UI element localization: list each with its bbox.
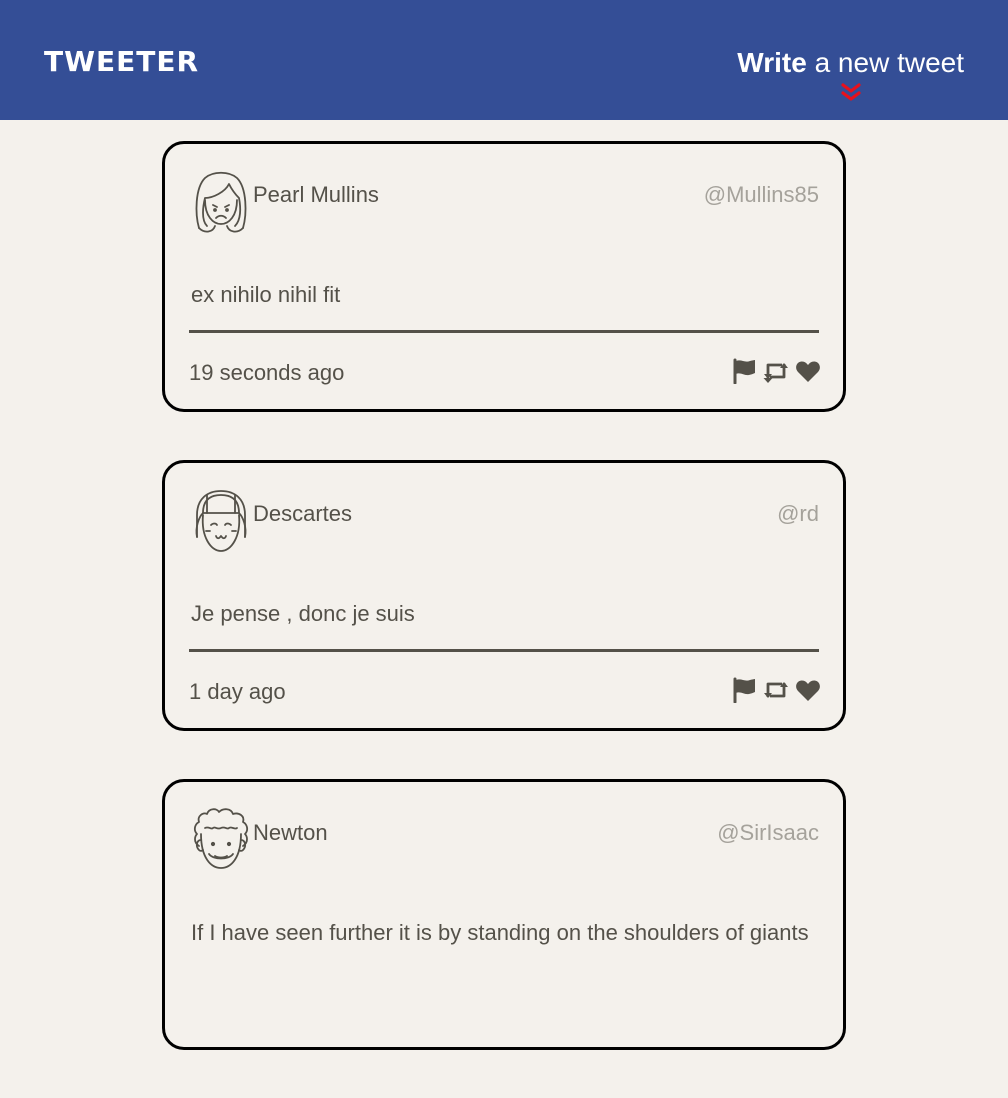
- navbar: TWEETER Write a new tweet: [0, 0, 1008, 120]
- tweet-card: Newton @SirIsaac If I have seen further …: [162, 779, 846, 1050]
- tweet-actions: [731, 358, 821, 384]
- girl-smiling-avatar-icon: [195, 490, 247, 552]
- compose-bold-label: Write: [737, 47, 807, 78]
- heart-icon[interactable]: [795, 677, 821, 703]
- retweet-icon[interactable]: [763, 358, 789, 384]
- compose-label: a new tweet: [806, 47, 964, 78]
- compose-tweet-button[interactable]: Write a new tweet: [737, 44, 964, 101]
- tweet-divider: [189, 649, 819, 652]
- tweet-author-name[interactable]: Pearl Mullins: [253, 180, 379, 210]
- tweet-author-handle[interactable]: @SirIsaac: [717, 818, 819, 848]
- flag-icon[interactable]: [731, 358, 757, 384]
- flag-icon[interactable]: [731, 677, 757, 703]
- tweet-content: ex nihilo nihil fit: [191, 282, 341, 307]
- tweet-timestamp: 1 day ago: [189, 679, 286, 704]
- tweet-author-name[interactable]: Newton: [253, 818, 328, 848]
- double-chevron-down-icon[interactable]: [839, 82, 863, 106]
- tweet-feed: Pearl Mullins @Mullins85 ex nihilo nihil…: [162, 141, 846, 1098]
- tweet-timestamp: 19 seconds ago: [189, 360, 345, 385]
- tweet-actions: [731, 677, 821, 703]
- woman-sad-avatar-icon: [195, 171, 247, 233]
- tweet-author-handle[interactable]: @rd: [777, 499, 819, 529]
- tweet-card: Pearl Mullins @Mullins85 ex nihilo nihil…: [162, 141, 846, 412]
- curly-hair-man-avatar-icon: [193, 808, 249, 869]
- tweet-author-name[interactable]: Descartes: [253, 499, 352, 529]
- tweet-card: Descartes @rd Je pense , donc je suis 1 …: [162, 460, 846, 731]
- retweet-icon[interactable]: [763, 677, 789, 703]
- tweet-author-handle[interactable]: @Mullins85: [704, 180, 819, 210]
- heart-icon[interactable]: [795, 358, 821, 384]
- tweet-divider: [189, 330, 819, 333]
- tweet-content: Je pense , donc je suis: [191, 601, 415, 626]
- brand-logo[interactable]: TWEETER: [44, 40, 199, 84]
